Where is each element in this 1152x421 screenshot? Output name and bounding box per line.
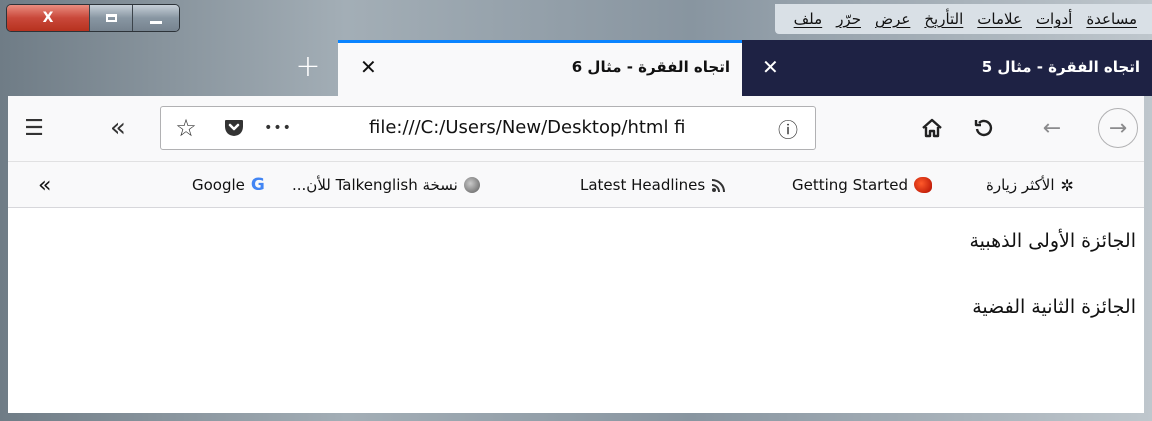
menu-file[interactable]: ملف	[787, 10, 830, 28]
close-icon: X	[42, 10, 54, 26]
menu-button[interactable]: ☰	[16, 110, 52, 146]
url-bar[interactable]: ☆ ••• file:///C:/Users/New/Desktop/html …	[160, 106, 816, 150]
menu-history[interactable]: التأريخ	[917, 10, 970, 28]
gear-icon: ✲	[1060, 175, 1074, 195]
reload-button[interactable]	[966, 110, 1002, 146]
google-icon: G	[250, 175, 265, 195]
hamburger-icon: ☰	[24, 115, 44, 141]
bookmark-latest-headlines[interactable]: Latest Headlines	[580, 174, 727, 196]
home-icon	[922, 118, 942, 138]
tab-label: اتجاه الفقرة - مثال 5	[981, 58, 1140, 76]
bookmarks-overflow-button[interactable]: «	[38, 172, 52, 198]
arrow-right-icon: →	[1108, 115, 1128, 141]
tab-label: اتجاه الفقرة - مثال 6	[571, 58, 730, 76]
more-icon: •••	[264, 120, 292, 136]
paragraph-gold-prize: الجائزة الأولى الذهبية	[969, 230, 1136, 252]
bookmark-star-button[interactable]: ☆	[171, 114, 201, 142]
title-bar: X ملف حرّر عرض التأريخ علامات أدوات مساع…	[0, 0, 1152, 40]
navigation-toolbar: ☰ « ☆ ••• file:///C:/Users/New/Desktop/h…	[8, 96, 1144, 162]
menu-help[interactable]: مساعدة	[1079, 10, 1144, 28]
bookmark-label: Getting Started	[792, 176, 908, 194]
new-tab-button[interactable]: +	[290, 48, 326, 84]
plus-icon: +	[295, 48, 321, 84]
menu-tools[interactable]: أدوات	[1029, 10, 1079, 28]
chevrons-left-icon: «	[110, 113, 126, 143]
info-icon: ⓘ	[778, 117, 798, 142]
tab-strip: اتجاه الفقرة - مثال 5 ✕ اتجاه الفقرة - م…	[0, 40, 1152, 96]
bookmarks-toolbar: « Google G نسخة Talkenglish للأن... Late…	[8, 162, 1144, 208]
reload-icon	[974, 119, 993, 137]
bookmark-most-visited[interactable]: ✲ الأكثر زيارة	[986, 174, 1074, 196]
bookmark-getting-started[interactable]: Getting Started	[792, 174, 932, 196]
window-minimize-button[interactable]	[133, 5, 179, 31]
menu-bar: ملف حرّر عرض التأريخ علامات أدوات مساعدة	[774, 4, 1152, 34]
close-icon[interactable]: ✕	[360, 55, 377, 79]
bookmark-label: الأكثر زيارة	[986, 176, 1055, 194]
bookmark-google[interactable]: Google G	[192, 174, 265, 196]
arrow-left-icon: ←	[1042, 115, 1062, 141]
close-icon[interactable]: ✕	[762, 55, 779, 79]
globe-icon	[463, 177, 480, 193]
page-actions-button[interactable]: •••	[263, 114, 293, 142]
bookmark-label: نسخة Talkenglish للأن...	[292, 176, 458, 194]
back-button[interactable]: ←	[1034, 110, 1070, 146]
menu-bookmarks[interactable]: علامات	[970, 10, 1029, 28]
site-info-button[interactable]: ⓘ	[773, 114, 803, 142]
tab-example-6[interactable]: اتجاه الفقرة - مثال 6 ✕	[338, 40, 742, 96]
page-content: الجائزة الأولى الذهبية الجائزة الثانية ا…	[8, 208, 1144, 413]
window-controls: X	[6, 4, 180, 32]
browser-window: X ملف حرّر عرض التأريخ علامات أدوات مساع…	[0, 0, 1152, 421]
bookmark-label: Latest Headlines	[580, 176, 706, 194]
toolbar-overflow-button[interactable]: «	[100, 110, 136, 146]
tab-example-5[interactable]: اتجاه الفقرة - مثال 5 ✕	[742, 40, 1152, 96]
pocket-icon	[225, 120, 243, 136]
chevrons-left-icon: «	[38, 172, 52, 198]
star-icon: ☆	[175, 114, 197, 142]
home-button[interactable]	[914, 110, 950, 146]
minimize-icon	[150, 20, 162, 24]
forward-button[interactable]: →	[1098, 108, 1138, 148]
paragraph-silver-prize: الجائزة الثانية الفضية	[972, 296, 1136, 318]
pocket-button[interactable]	[219, 114, 249, 142]
url-text[interactable]: file:///C:/Users/New/Desktop/html fi	[369, 117, 759, 141]
window-maximize-button[interactable]	[90, 5, 133, 31]
menu-edit[interactable]: حرّر	[829, 10, 868, 28]
firefox-icon	[913, 177, 932, 193]
maximize-icon	[105, 14, 117, 22]
window-border	[0, 413, 1152, 421]
rss-icon	[712, 179, 726, 193]
bookmark-label: Google	[192, 176, 245, 194]
bookmark-talkenglish[interactable]: نسخة Talkenglish للأن...	[292, 174, 480, 196]
menu-view[interactable]: عرض	[868, 10, 917, 28]
window-close-button[interactable]: X	[7, 5, 90, 31]
